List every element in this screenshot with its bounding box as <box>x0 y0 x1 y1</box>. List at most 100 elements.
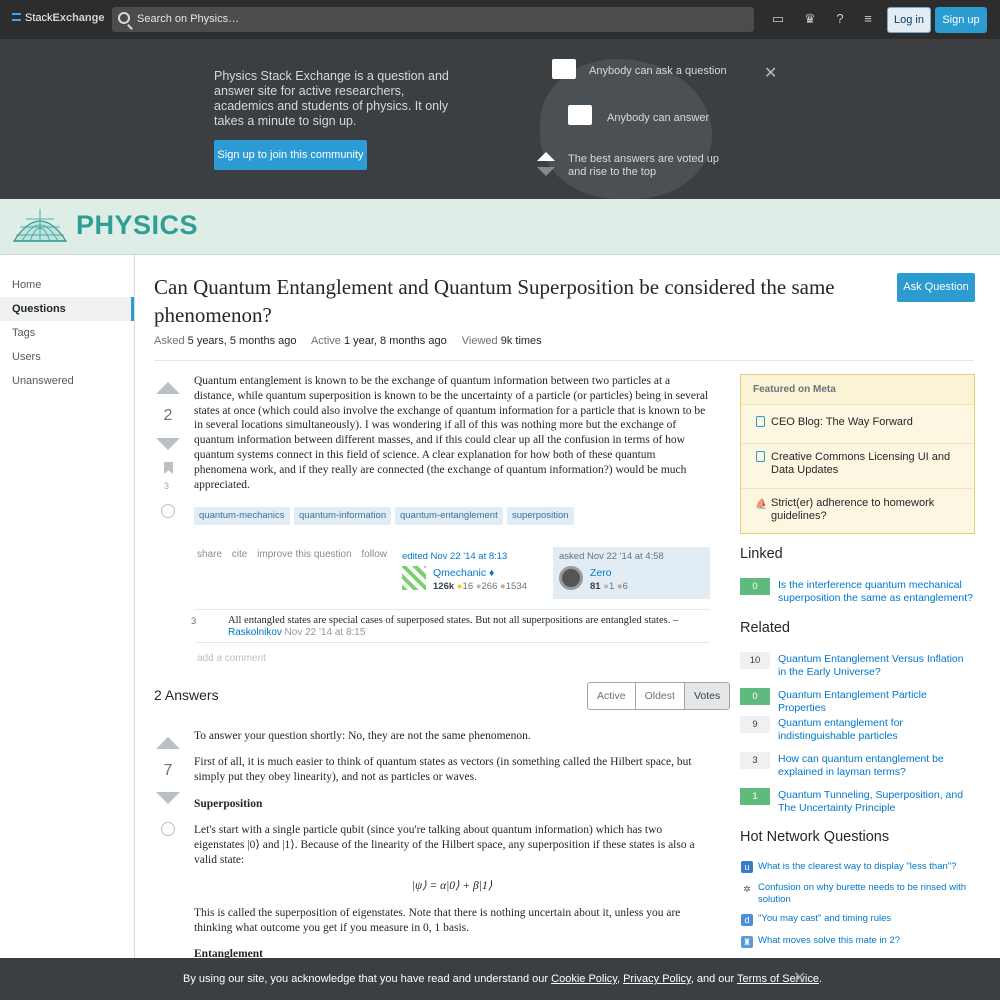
hnq-item[interactable]: What moves solve this mate in 2? <box>758 935 973 947</box>
share-link[interactable]: share <box>197 549 222 560</box>
answer-history-icon[interactable] <box>161 822 175 836</box>
featured-meta-title: Featured on Meta <box>741 375 974 405</box>
answer-equation: |ψ⟩ = α|0⟩ + β|1⟩ <box>411 880 493 892</box>
tab-active[interactable]: Active <box>588 683 636 709</box>
related-score: 9 <box>740 716 770 733</box>
editor-name[interactable]: Qmechanic ♦ <box>433 567 494 579</box>
tag-quantum-information[interactable]: quantum-information <box>294 507 392 525</box>
meta-item-1[interactable]: CEO Blog: The Way Forward <box>771 416 966 429</box>
nav-home[interactable]: Home <box>0 273 134 297</box>
editor-reputation: 126k ●16 ●266 ●1534 <box>433 581 527 592</box>
cookie-policy-link[interactable]: Cookie Policy <box>551 973 617 985</box>
nav-users[interactable]: Users <box>0 345 134 369</box>
search-icon <box>118 12 130 24</box>
help-icon[interactable]: ? <box>832 12 848 26</box>
answer-p2: First of all, it is much easier to think… <box>194 756 692 783</box>
answer-p1: To answer your question shortly: No, the… <box>194 730 531 742</box>
nav-unanswered[interactable]: Unanswered <box>0 369 134 393</box>
comment: 3 All entangled states are special cases… <box>191 609 710 643</box>
linked-question[interactable]: Is the interference quantum mechanical s… <box>778 579 974 604</box>
site-switcher-icon[interactable]: ≡ <box>860 12 876 26</box>
divider <box>741 488 974 489</box>
related-question[interactable]: Quantum Entanglement Versus Inflation in… <box>778 653 974 678</box>
hnq-item[interactable]: What is the clearest way to display "les… <box>758 861 973 873</box>
add-comment-link[interactable]: add a comment <box>197 653 266 664</box>
signup-button[interactable]: Sign up <box>935 7 987 33</box>
upvote-button[interactable] <box>156 382 180 394</box>
terms-link[interactable]: Terms of Service <box>737 973 819 985</box>
downvote-button[interactable] <box>156 438 180 450</box>
tag-superposition[interactable]: superposition <box>507 507 574 525</box>
tag-quantum-mechanics[interactable]: quantum-mechanics <box>194 507 290 525</box>
history-icon[interactable] <box>161 504 175 518</box>
hnq-item[interactable]: "You may cast" and timing rules <box>758 913 973 925</box>
hero-item-ask: Anybody can ask a question <box>589 65 727 77</box>
close-icon[interactable]: ✕ <box>764 63 777 83</box>
stackexchange-logo[interactable]: StackExchange <box>12 12 104 24</box>
answer-upvote-button[interactable] <box>156 737 180 749</box>
cite-link[interactable]: cite <box>232 549 248 560</box>
meta-item-2[interactable]: Creative Commons Licensing UI and Data U… <box>771 451 966 477</box>
follow-link[interactable]: follow <box>361 549 387 560</box>
top-bar: StackExchange Search on Physics… ▭ ♛ ? ≡… <box>0 0 1000 39</box>
improve-link[interactable]: improve this question <box>257 549 352 560</box>
inbox-icon[interactable]: ▭ <box>770 12 786 26</box>
cookie-banner: By using our site, you acknowledge that … <box>0 958 1000 1000</box>
physics-globe-logo-icon <box>12 209 68 242</box>
asker-name[interactable]: Zero <box>590 567 612 579</box>
related-question[interactable]: Quantum Tunneling, Superposition, and Th… <box>778 789 974 814</box>
join-community-button[interactable]: Sign up to join this community <box>214 140 367 170</box>
comment-user[interactable]: Raskolnikov <box>228 627 282 638</box>
hero-item-answer: Anybody can answer <box>607 112 710 124</box>
answer-downvote-button[interactable] <box>156 792 180 804</box>
ask-question-button[interactable]: Ask Question <box>897 273 975 302</box>
featured-meta-box: Featured on Meta CEO Blog: The Way Forwa… <box>740 374 975 534</box>
answer-p3: Let's start with a single particle qubit… <box>194 824 695 866</box>
chess-site-icon: ♜ <box>741 936 753 948</box>
site-title[interactable]: PHYSICS <box>76 210 198 241</box>
meta-logo-icon: ⛵ <box>755 499 768 510</box>
tag-quantum-entanglement[interactable]: quantum-entanglement <box>395 507 503 525</box>
hnq-item[interactable]: Confusion on why burette needs to be rin… <box>758 882 973 906</box>
ask-question-icon <box>552 59 576 79</box>
related-question[interactable]: How can quantum entanglement be explaine… <box>778 753 974 778</box>
question-title[interactable]: Can Quantum Entanglement and Quantum Sup… <box>154 273 874 329</box>
site-banner: PHYSICS <box>0 199 1000 255</box>
asked-time: asked Nov 22 '14 at 4:58 <box>559 551 664 562</box>
hero-signup-banner: Physics Stack Exchange is a question and… <box>0 39 1000 199</box>
stackexchange-icon <box>12 13 21 21</box>
answer-icon <box>568 105 592 125</box>
divider <box>741 443 974 444</box>
rpg-site-icon: d <box>741 914 753 926</box>
question-body: Quantum entanglement is known to be the … <box>194 375 709 491</box>
comment-score: 3 <box>191 616 197 627</box>
login-button[interactable]: Log in <box>887 7 931 33</box>
tab-oldest[interactable]: Oldest <box>636 683 685 709</box>
answers-heading: 2 Answers <box>154 687 219 703</box>
search-input[interactable]: Search on Physics… <box>112 7 754 32</box>
privacy-policy-link[interactable]: Privacy Policy <box>623 973 691 985</box>
related-score: 0 <box>740 688 770 705</box>
vote-up-icon <box>537 152 555 161</box>
hot-network-heading: Hot Network Questions <box>740 829 890 845</box>
related-question[interactable]: Quantum Entanglement Particle Properties <box>778 689 974 714</box>
meta-item-3[interactable]: Strict(er) adherence to homework guideli… <box>771 497 966 523</box>
close-cookie-icon[interactable]: ✕ <box>793 958 806 1000</box>
tab-votes[interactable]: Votes <box>684 683 730 709</box>
editor-avatar[interactable] <box>402 566 426 590</box>
nav-tags[interactable]: Tags <box>0 321 134 345</box>
related-question[interactable]: Quantum entanglement for indistinguishab… <box>778 717 974 742</box>
asker-avatar[interactable] <box>559 566 583 590</box>
edited-time[interactable]: edited Nov 22 '14 at 8:13 <box>402 551 507 562</box>
trophy-icon[interactable]: ♛ <box>802 12 818 26</box>
bookmark-icon[interactable] <box>164 462 173 474</box>
asker-reputation: 81 ●1 ●6 <box>590 581 628 592</box>
divider <box>154 360 974 361</box>
nav-questions[interactable]: Questions <box>0 297 134 321</box>
answer-sort-tabs: Active Oldest Votes <box>587 682 731 710</box>
related-score: 1 <box>740 788 770 805</box>
vote-down-icon <box>537 167 555 176</box>
linked-score: 0 <box>740 578 770 595</box>
ux-site-icon: u <box>741 861 753 873</box>
question-meta: Asked 5 years, 5 months ago Active 1 yea… <box>154 335 542 347</box>
